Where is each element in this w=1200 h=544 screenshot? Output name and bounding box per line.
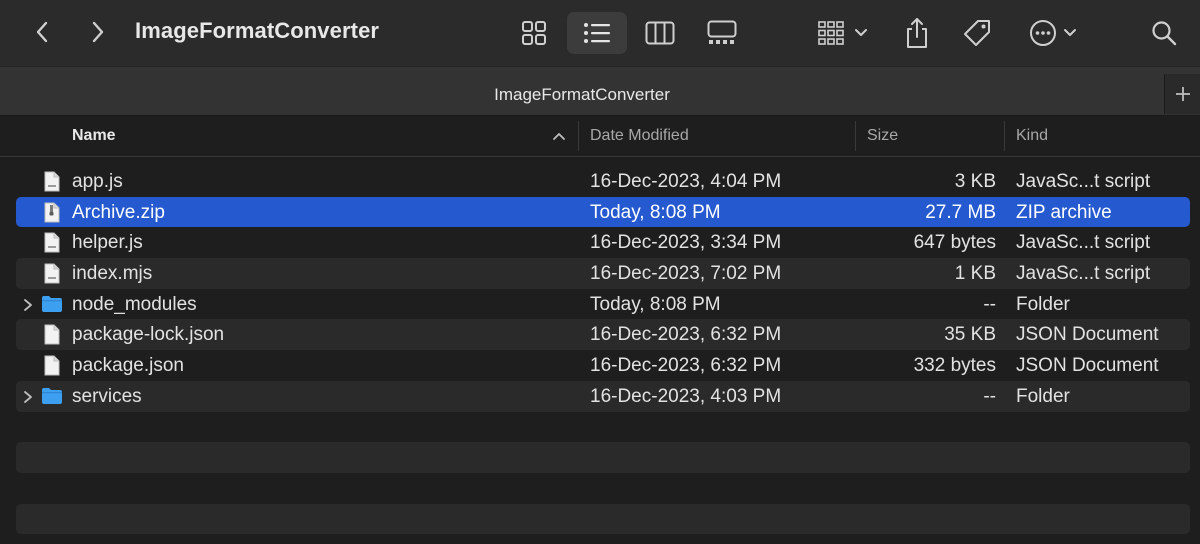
disclosure-triangle-icon[interactable] — [23, 390, 33, 404]
column-header-size[interactable]: Size — [867, 127, 898, 145]
column-separator[interactable] — [1004, 121, 1005, 151]
sort-ascending-icon[interactable] — [552, 131, 566, 141]
share-button[interactable] — [895, 12, 939, 54]
file-row-services[interactable]: services 16-Dec-2023, 4:03 PM -- Folder — [16, 380, 1190, 412]
file-size: 3 KB — [954, 171, 996, 192]
column-separator[interactable] — [578, 121, 579, 151]
back-button[interactable] — [24, 14, 60, 50]
file-kind: JavaSc...t script — [1016, 232, 1151, 254]
file-date: 16-Dec-2023, 4:04 PM — [590, 171, 782, 192]
column-header-kind[interactable]: Kind — [1016, 127, 1048, 145]
more-actions-button[interactable] — [1022, 12, 1084, 54]
document-icon — [44, 171, 60, 192]
file-name: services — [72, 385, 142, 407]
file-date: 16-Dec-2023, 7:02 PM — [590, 263, 782, 285]
group-grid-icon — [818, 21, 844, 45]
file-size: 332 bytes — [913, 355, 996, 377]
file-name: node_modules — [72, 293, 197, 315]
file-date: Today, 8:08 PM — [590, 293, 721, 315]
file-kind: JSON Document — [1016, 324, 1159, 346]
disclosure-triangle-icon[interactable] — [23, 298, 33, 312]
toolbar: ImageFormatConverter — [0, 0, 1200, 66]
document-icon — [44, 232, 60, 253]
columns-icon — [645, 21, 675, 45]
tab-bar: ImageFormatConverter — [0, 66, 1200, 116]
group-by-button[interactable] — [812, 12, 874, 54]
empty-row — [16, 412, 1190, 443]
file-date: 16-Dec-2023, 3:34 PM — [590, 232, 782, 254]
icon-view-button[interactable] — [512, 12, 556, 54]
file-name: Archive.zip — [72, 201, 165, 223]
file-kind: ZIP archive — [1016, 201, 1112, 223]
file-size: -- — [983, 293, 996, 315]
file-name: package.json — [72, 355, 184, 377]
new-tab-button[interactable] — [1164, 74, 1200, 114]
file-list: app.js 16-Dec-2023, 4:04 PM 3 KB JavaSc.… — [16, 166, 1190, 535]
forward-button[interactable] — [80, 14, 116, 50]
file-date: 16-Dec-2023, 4:03 PM — [590, 385, 782, 407]
ellipsis-circle-icon — [1030, 20, 1056, 46]
file-kind: Folder — [1016, 293, 1070, 315]
gallery-view-button[interactable] — [700, 12, 744, 54]
folder-icon — [42, 295, 62, 312]
tab-title[interactable]: ImageFormatConverter — [0, 85, 1164, 105]
file-name: package-lock.json — [72, 324, 225, 346]
file-row-helper-js[interactable]: helper.js 16-Dec-2023, 3:34 PM 647 bytes… — [16, 227, 1190, 258]
window-title: ImageFormatConverter — [135, 18, 380, 43]
grid-icon — [522, 21, 546, 45]
empty-row — [16, 473, 1190, 504]
document-icon — [44, 263, 60, 284]
file-size: 647 bytes — [913, 232, 996, 254]
share-icon — [907, 18, 927, 48]
search-icon — [1152, 21, 1177, 46]
list-icon — [584, 23, 610, 43]
file-row-node-modules[interactable]: node_modules Today, 8:08 PM -- Folder — [16, 289, 1190, 320]
search-button[interactable] — [1142, 12, 1186, 54]
document-icon — [44, 324, 60, 345]
document-icon — [44, 355, 60, 376]
file-date: Today, 8:08 PM — [590, 201, 721, 223]
file-row-index-mjs[interactable]: index.mjs 16-Dec-2023, 7:02 PM 1 KB Java… — [16, 258, 1190, 289]
file-size: -- — [983, 385, 996, 407]
file-row-package-lock-json[interactable]: package-lock.json 16-Dec-2023, 6:32 PM 3… — [16, 319, 1190, 351]
column-header-name[interactable]: Name — [72, 127, 116, 145]
file-kind: JavaSc...t script — [1016, 263, 1151, 285]
chevron-down-icon — [1064, 29, 1076, 36]
file-name: app.js — [72, 171, 123, 192]
gallery-icon — [707, 20, 737, 44]
file-kind: JavaSc...t script — [1016, 171, 1151, 192]
file-row-app-js[interactable]: app.js 16-Dec-2023, 4:04 PM 3 KB JavaSc.… — [16, 166, 1190, 197]
file-date: 16-Dec-2023, 6:32 PM — [590, 355, 782, 377]
file-name: helper.js — [72, 232, 143, 254]
column-view-button[interactable] — [638, 12, 682, 54]
file-kind: JSON Document — [1016, 355, 1159, 377]
file-size: 35 KB — [944, 324, 996, 346]
file-name: index.mjs — [72, 263, 153, 285]
zip-icon — [44, 202, 60, 223]
column-header: Name Date Modified Size Kind — [0, 117, 1200, 157]
list-view-button[interactable] — [567, 12, 627, 54]
plus-icon — [1175, 87, 1190, 101]
folder-icon — [42, 387, 62, 404]
empty-row — [16, 503, 1190, 535]
file-kind: Folder — [1016, 385, 1070, 407]
empty-row — [16, 442, 1190, 473]
chevron-down-icon — [855, 29, 867, 36]
chevron-right-icon — [92, 21, 104, 43]
file-date: 16-Dec-2023, 6:32 PM — [590, 324, 782, 346]
file-size: 27.7 MB — [925, 201, 996, 223]
tag-icon — [964, 20, 990, 46]
column-header-date[interactable]: Date Modified — [590, 127, 689, 145]
file-size: 1 KB — [954, 263, 996, 285]
tags-button[interactable] — [955, 12, 999, 54]
column-separator[interactable] — [855, 121, 856, 151]
file-row-archive-zip[interactable]: Archive.zip Today, 8:08 PM 27.7 MB ZIP a… — [16, 196, 1190, 228]
chevron-left-icon — [36, 21, 48, 43]
file-row-package-json[interactable]: package.json 16-Dec-2023, 6:32 PM 332 by… — [16, 350, 1190, 381]
